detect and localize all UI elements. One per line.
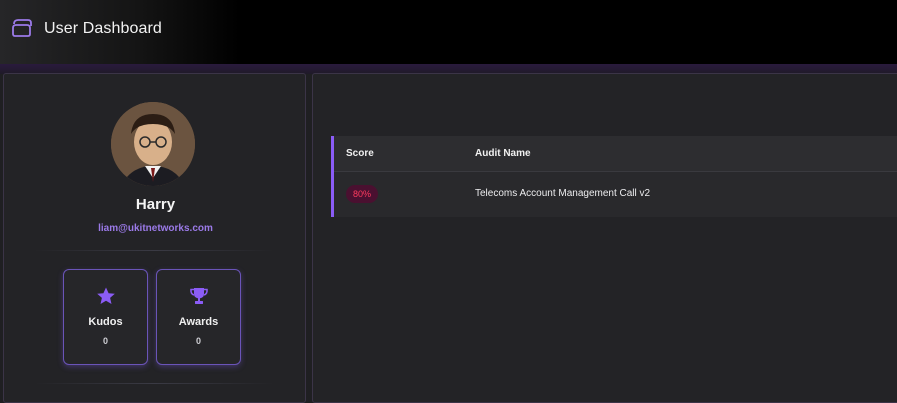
table-header: Score Audit Name (334, 136, 897, 172)
profile-panel: Harry liam@ukitnetworks.com Kudos 0 Awar… (3, 73, 306, 403)
audits-table: Score Audit Name 80% Telecoms Account Ma… (331, 136, 897, 217)
awards-count: 0 (195, 336, 201, 346)
audits-panel: Score Audit Name 80% Telecoms Account Ma… (312, 73, 897, 403)
column-header-score[interactable]: Score (346, 148, 374, 159)
user-email-link[interactable]: liam@ukitnetworks.com (4, 223, 307, 234)
avatar-photo-icon (111, 102, 195, 186)
column-header-audit-name[interactable]: Audit Name (475, 148, 531, 159)
trophy-icon (190, 288, 208, 304)
awards-label: Awards (178, 316, 219, 328)
kudos-card[interactable]: Kudos 0 (63, 269, 148, 365)
page-title: User Dashboard (44, 20, 162, 37)
awards-card[interactable]: Awards 0 (156, 269, 241, 365)
table-row[interactable]: 80% Telecoms Account Management Call v2 (334, 172, 897, 217)
kudos-count: 0 (102, 336, 108, 346)
user-name: Harry (135, 196, 176, 213)
kudos-label: Kudos (88, 316, 123, 328)
dashboard-logo-icon[interactable] (11, 18, 33, 38)
audit-name-cell[interactable]: Telecoms Account Management Call v2 (475, 188, 650, 199)
stats-divider (34, 383, 274, 384)
star-icon (97, 287, 115, 304)
score-badge: 80% (346, 185, 378, 203)
top-navigation-bar: User Dashboard (0, 0, 897, 64)
profile-divider (34, 250, 274, 251)
avatar[interactable] (111, 102, 195, 186)
